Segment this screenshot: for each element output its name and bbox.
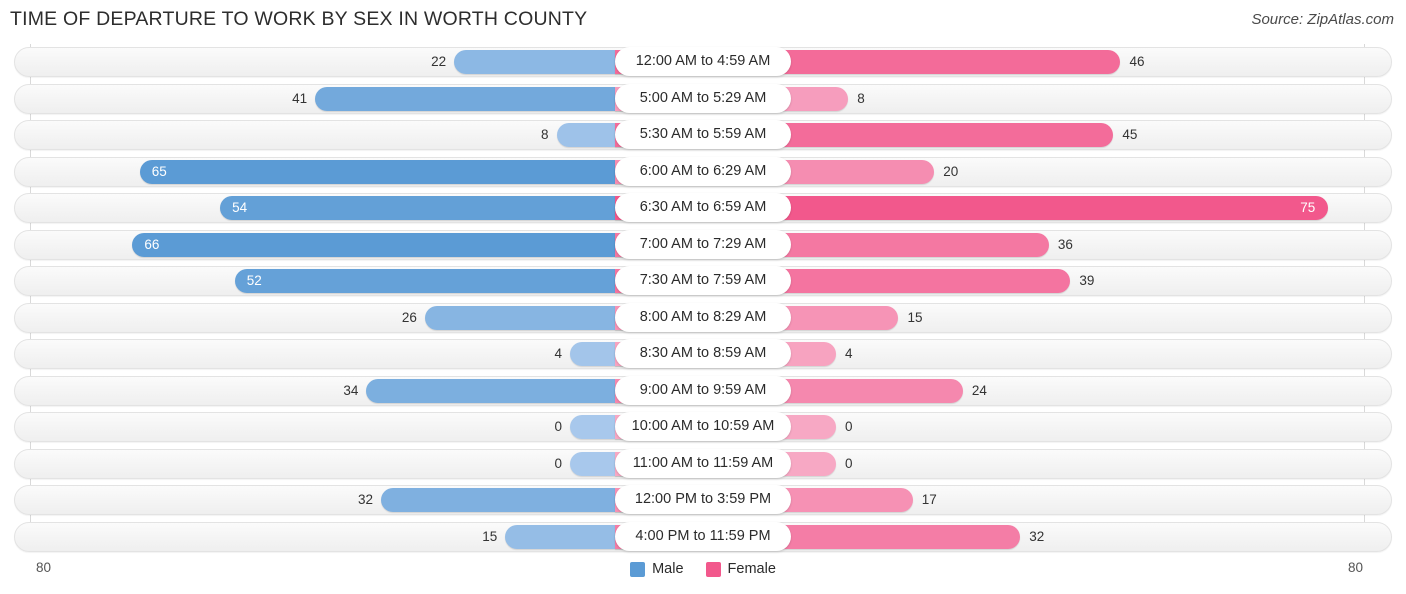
category-label: 9:00 AM to 9:59 AM (615, 375, 791, 405)
bar-row: 15 32 4:00 PM to 11:59 PM (0, 519, 1406, 555)
chart-header: TIME OF DEPARTURE TO WORK BY SEX IN WORT… (0, 0, 1406, 44)
male-value-label: 66 (144, 236, 160, 252)
male-value-label: 54 (232, 200, 248, 215)
category-label: 10:00 AM to 10:59 AM (615, 412, 791, 441)
male-value-label: 32 (357, 492, 373, 507)
bar-row: 66 36 7:00 AM to 7:29 AM (0, 227, 1406, 263)
category-label: 7:00 AM to 7:29 AM (615, 229, 791, 259)
chart-footer: 80 80 Male Female (0, 552, 1406, 594)
bar-row: 0 0 11:00 AM to 11:59 AM (0, 446, 1406, 482)
category-label: 6:30 AM to 6:59 AM (615, 193, 791, 222)
category-label: 12:00 PM to 3:59 PM (615, 485, 791, 514)
legend-swatch-icon (705, 561, 721, 577)
male-value-label: 26 (401, 309, 417, 325)
female-value-label: 0 (845, 419, 853, 434)
bar-row: 54 75 6:30 AM to 6:59 AM (0, 190, 1406, 226)
female-value-label: 8 (857, 90, 865, 106)
source-attribution: Source: ZipAtlas.com (1251, 11, 1394, 28)
category-label: 11:00 AM to 11:59 AM (615, 448, 791, 478)
category-label: 5:30 AM to 5:59 AM (615, 120, 791, 149)
legend-item[interactable]: Male (630, 561, 684, 577)
female-value-label: 15 (907, 309, 923, 325)
legend-label: Male (652, 561, 684, 577)
male-value-label: 65 (151, 163, 167, 179)
male-value-label: 52 (246, 273, 262, 288)
female-value-label: 24 (971, 382, 987, 398)
bar-rows-container: 22 46 12:00 AM to 4:59 AM 41 8 5:00 AM to 5:2… (0, 44, 1406, 555)
male-value-label: 34 (343, 382, 359, 398)
bar-row: 65 20 6:00 AM to 6:29 AM (0, 154, 1406, 190)
bar-row: 4 4 8:30 AM to 8:59 AM (0, 336, 1406, 372)
category-label: 12:00 AM to 4:59 AM (615, 47, 791, 76)
male-value-label: 22 (431, 54, 447, 69)
legend-label: Female (727, 561, 776, 577)
female-value-label: 39 (1079, 273, 1095, 288)
male-value-label: 0 (554, 419, 562, 434)
legend-swatch-icon (630, 561, 646, 577)
category-label: 4:00 PM to 11:59 PM (615, 521, 791, 551)
female-value-label: 0 (845, 455, 853, 471)
bar-row: 8 45 5:30 AM to 5:59 AM (0, 117, 1406, 153)
bar-row: 0 0 10:00 AM to 10:59 AM (0, 409, 1406, 445)
chart-plot-area: 22 46 12:00 AM to 4:59 AM 41 8 5:00 AM to 5:2… (0, 44, 1406, 552)
bar-row: 34 24 9:00 AM to 9:59 AM (0, 373, 1406, 409)
category-label: 7:30 AM to 7:59 AM (615, 266, 791, 295)
bar-row: 22 46 12:00 AM to 4:59 AM (0, 44, 1406, 80)
bar-row: 26 15 8:00 AM to 8:29 AM (0, 300, 1406, 336)
male-value-label: 41 (292, 90, 308, 106)
male-value-label: 4 (554, 346, 562, 361)
category-label: 6:00 AM to 6:29 AM (615, 156, 791, 186)
female-value-label: 4 (845, 346, 853, 361)
chart-legend: Male Female (0, 561, 1406, 577)
category-label: 8:30 AM to 8:59 AM (615, 339, 791, 368)
male-value-label: 8 (540, 127, 549, 142)
legend-item[interactable]: Female (705, 561, 776, 577)
female-value-label: 20 (943, 163, 959, 179)
category-label: 8:00 AM to 8:29 AM (615, 302, 791, 332)
male-value-label: 0 (554, 455, 562, 471)
female-value-label: 46 (1129, 54, 1145, 69)
female-value-label: 45 (1122, 127, 1138, 142)
bar-row: 32 17 12:00 PM to 3:59 PM (0, 482, 1406, 518)
bar-row: 41 8 5:00 AM to 5:29 AM (0, 81, 1406, 117)
female-value-label: 17 (921, 492, 937, 507)
female-value-label: 36 (1057, 236, 1073, 252)
page-title: TIME OF DEPARTURE TO WORK BY SEX IN WORT… (10, 8, 588, 30)
bar-row: 52 39 7:30 AM to 7:59 AM (0, 263, 1406, 299)
chart-page: TIME OF DEPARTURE TO WORK BY SEX IN WORT… (0, 0, 1406, 594)
female-value-label: 32 (1029, 528, 1045, 544)
category-label: 5:00 AM to 5:29 AM (615, 83, 791, 113)
female-value-label: 75 (1300, 200, 1316, 215)
male-value-label: 15 (482, 528, 498, 544)
